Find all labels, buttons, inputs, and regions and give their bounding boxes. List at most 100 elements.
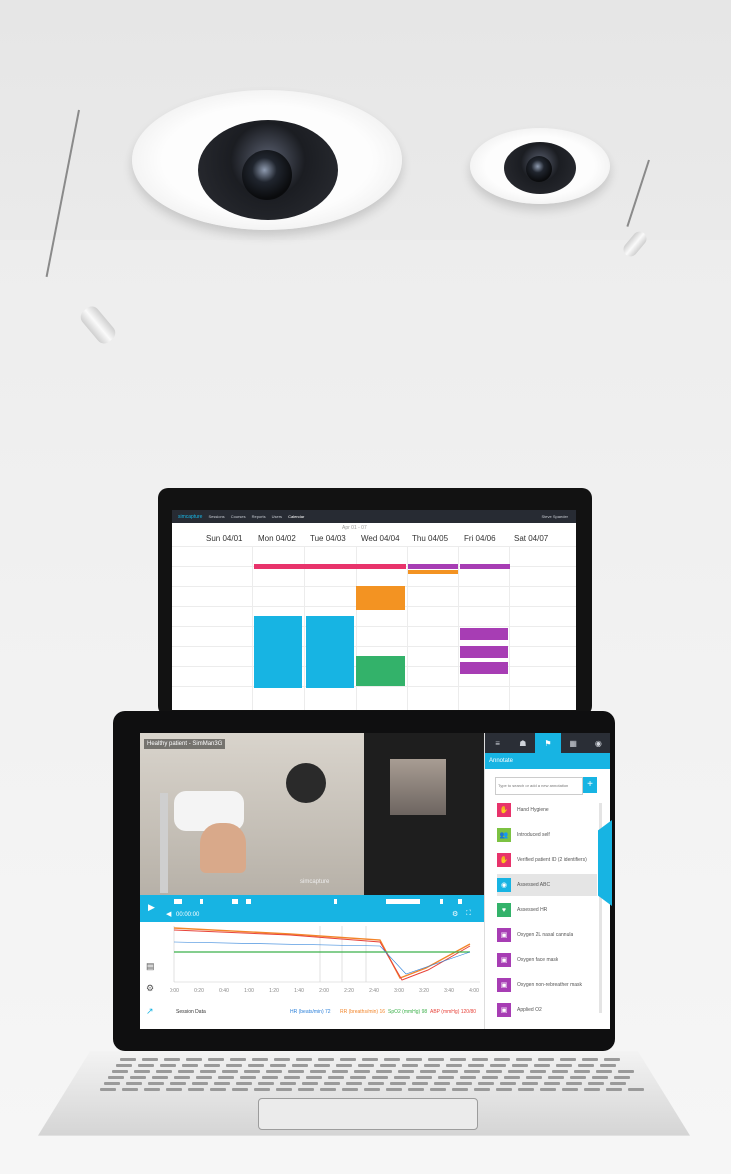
microphone-left-icon	[77, 303, 119, 347]
nav-sessions[interactable]: Sessions	[208, 514, 224, 519]
keyboard-key	[112, 1070, 128, 1073]
keyboard-key	[478, 1082, 494, 1085]
timeline-marker[interactable]	[232, 899, 238, 904]
nav-courses[interactable]: Courses	[231, 514, 246, 519]
calendar-event[interactable]	[254, 564, 406, 569]
annotation-item[interactable]: ▣ Oxygen 2L nasal cannula	[497, 924, 597, 946]
trend-icon[interactable]: ↗	[146, 1006, 154, 1017]
keyboard-key	[152, 1076, 168, 1079]
session-data-label: Session Data	[176, 1009, 206, 1015]
keyboard-key	[416, 1076, 432, 1079]
annotation-color-icon: ♥	[497, 903, 511, 917]
timeline-marker[interactable]	[246, 899, 251, 904]
volume-icon[interactable]: ◀	[166, 910, 171, 918]
annotation-item[interactable]: ▣ Applied O2	[497, 999, 597, 1021]
simcapture-player: Healthy patient - SimMan3G simcapture ▶ …	[140, 733, 610, 1029]
calendar-event[interactable]	[356, 586, 405, 610]
day-sun: Sun 04/01	[206, 534, 243, 543]
tab-list-icon[interactable]: ≡	[485, 733, 510, 753]
keyboard-key	[570, 1076, 586, 1079]
play-button[interactable]: ▶	[148, 902, 155, 913]
legend-spo2: SpO2 (mmHg) 98	[388, 1009, 428, 1015]
tick-label: 3:00	[394, 988, 404, 994]
keyboard-key	[516, 1058, 532, 1061]
calendar-event[interactable]	[460, 646, 508, 658]
keyboard-key	[354, 1070, 370, 1073]
video-title: Healthy patient - SimMan3G	[144, 739, 226, 749]
keyboard-key	[284, 1076, 300, 1079]
keyboard-key	[148, 1082, 164, 1085]
calendar-navbar: simcapture Sessions Courses Reports User…	[172, 510, 576, 523]
tab-document-icon[interactable]: ▦	[561, 733, 586, 753]
main-video[interactable]: Healthy patient - SimMan3G simcapture	[140, 733, 364, 895]
keyboard-key	[358, 1064, 374, 1067]
annotation-item[interactable]: ▣ Oxygen non-rebreather mask	[497, 974, 597, 996]
annotation-item[interactable]: ✋ Hand Hygiene	[497, 799, 597, 821]
keyboard-key	[394, 1076, 410, 1079]
calendar-event[interactable]	[356, 656, 405, 686]
timeline-marker[interactable]	[174, 899, 182, 904]
nav-user[interactable]: Steve Spaeder	[542, 514, 568, 519]
keyboard-key	[192, 1082, 208, 1085]
keyboard-key	[362, 1058, 378, 1061]
tick-label: 2:40	[369, 988, 379, 994]
annotation-item[interactable]: ✋ Verified patient ID (2 identifiers)	[497, 849, 597, 871]
keyboard-key	[346, 1082, 362, 1085]
grid-line	[172, 546, 576, 547]
add-annotation-button[interactable]: +	[583, 777, 597, 793]
fullscreen-icon[interactable]: ⛶	[466, 910, 471, 918]
calendar-event[interactable]	[408, 570, 458, 574]
collapse-tab[interactable]	[598, 820, 612, 906]
annotation-item[interactable]: ◉ Assessed ABC	[497, 874, 597, 896]
video-watermark: simcapture	[300, 879, 330, 885]
keyboard-key	[596, 1070, 612, 1073]
nav-logo[interactable]: simcapture	[178, 514, 202, 520]
annotation-color-icon: ▣	[497, 978, 511, 992]
keyboard-key	[538, 1058, 554, 1061]
tab-info-icon[interactable]: ◉	[586, 733, 610, 753]
calendar-event[interactable]	[460, 662, 508, 674]
timeline-marker[interactable]	[386, 899, 420, 904]
keyboard-key	[500, 1082, 516, 1085]
gear-icon[interactable]: ⚙	[146, 983, 154, 994]
annotation-item[interactable]: ▣ Oxygen face mask	[497, 949, 597, 971]
nav-calendar[interactable]: Calendar	[288, 514, 304, 519]
tab-users-icon[interactable]: ☗	[510, 733, 535, 753]
timeline-marker[interactable]	[334, 899, 337, 904]
calendar-event[interactable]	[306, 616, 354, 688]
keyboard-key	[188, 1088, 204, 1091]
timeline-tick-labels: 0:00 0:20 0:40 1:00 1:20 1:40 2:00 2:20 2:40 3:00…	[170, 988, 479, 994]
keyboard-key	[544, 1082, 560, 1085]
timeline-marker[interactable]	[440, 899, 443, 904]
annotation-label: Oxygen 2L nasal cannula	[517, 932, 574, 938]
timeline-controls[interactable]: ▶ 00:00:00 ◀ ⚙ ⛶	[140, 895, 484, 922]
calendar-event[interactable]	[460, 628, 508, 640]
day-sat: Sat 04/07	[514, 534, 549, 543]
calendar-event[interactable]	[254, 616, 302, 688]
annotation-color-icon: 👥	[497, 828, 511, 842]
keyboard-key	[258, 1082, 274, 1085]
keyboard-key	[186, 1058, 202, 1061]
camera-lens-large	[242, 150, 292, 200]
keyboard-key	[156, 1070, 172, 1073]
timeline-marker[interactable]	[458, 899, 462, 904]
tick-label: 3:40	[444, 988, 454, 994]
annotation-search-input[interactable]: Type to search or add a new annotation	[495, 777, 583, 795]
calendar-event[interactable]	[460, 564, 510, 569]
calendar-event[interactable]	[408, 564, 458, 569]
annotation-item[interactable]: ♥ Assessed HR	[497, 899, 597, 921]
graph-options-icon[interactable]: ▤	[146, 961, 155, 972]
secondary-video[interactable]	[390, 759, 446, 815]
tab-annotate-icon[interactable]: ⚑	[535, 733, 561, 753]
keyboard-key	[496, 1088, 512, 1091]
annotation-label: Oxygen non-rebreather mask	[517, 982, 583, 988]
nav-reports[interactable]: Reports	[252, 514, 266, 519]
annotation-item[interactable]: 👥 Introduced self	[497, 824, 597, 846]
annotation-label: Oxygen face mask	[517, 957, 559, 963]
settings-icon[interactable]: ⚙	[452, 910, 458, 918]
timeline-marker[interactable]	[200, 899, 203, 904]
keyboard-key	[434, 1082, 450, 1085]
nav-users[interactable]: Users	[272, 514, 282, 519]
annotation-color-icon: ◉	[497, 878, 511, 892]
keyboard-key	[402, 1064, 418, 1067]
